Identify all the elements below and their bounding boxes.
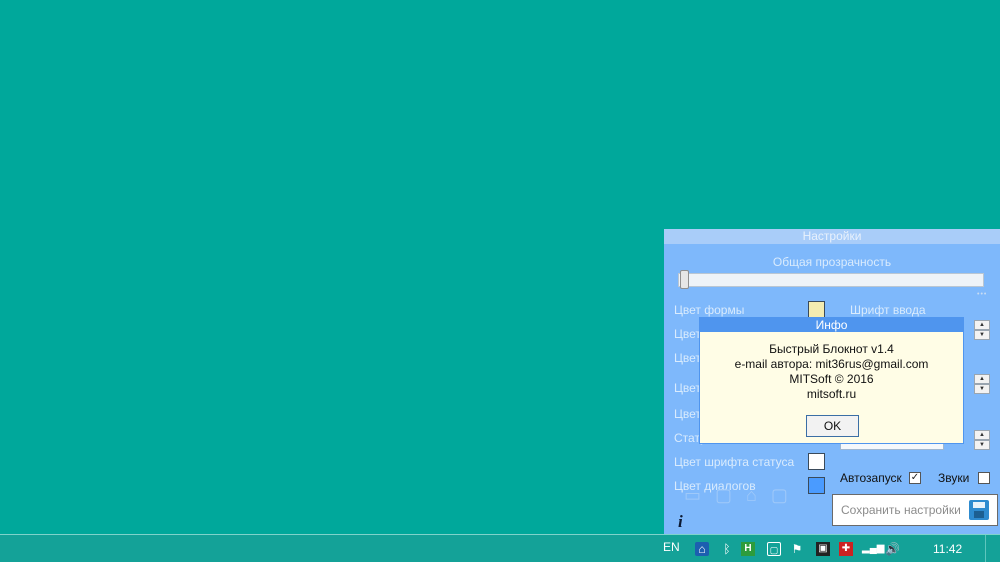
- author-email-text: e-mail автора: mit36rus@gmail.com: [734, 357, 929, 371]
- opacity-slider[interactable]: [678, 273, 984, 287]
- info-icon[interactable]: i: [678, 512, 683, 532]
- status-font-color-label: Цвет шрифта статуса: [674, 455, 795, 469]
- font-size-spinner-1[interactable]: ▲ ▼: [974, 320, 990, 340]
- website-text: mitsoft.ru: [806, 387, 857, 401]
- input-font-label: Шрифт ввода: [850, 303, 926, 317]
- volume-icon[interactable]: 🔊: [885, 542, 900, 556]
- autostart-checkbox[interactable]: ✓: [909, 472, 921, 484]
- font-size-spinner-3[interactable]: ▲ ▼: [974, 430, 990, 450]
- app-tray-icon[interactable]: H: [741, 542, 755, 556]
- ok-button[interactable]: OK: [806, 415, 859, 437]
- color-row-4-label: Цвет: [674, 381, 701, 395]
- slider-ticks: •••: [977, 291, 988, 298]
- language-indicator[interactable]: EN: [663, 540, 680, 554]
- antivirus-icon[interactable]: ✚: [839, 542, 853, 556]
- opacity-label: Общая прозрачность: [772, 255, 892, 269]
- floppy-disk-icon: [968, 500, 989, 520]
- save-settings-button[interactable]: Сохранить настройки: [832, 494, 998, 526]
- save-settings-label: Сохранить настройки: [841, 503, 961, 517]
- faded-toolbar-icons: ▭▢⌂▢: [684, 485, 802, 505]
- signal-strength-icon[interactable]: ▂▄▆: [862, 542, 884, 556]
- color-row-3-label: Цвет: [674, 351, 701, 365]
- font-size-spinner-2[interactable]: ▲ ▼: [974, 374, 990, 394]
- dialog-color-swatch[interactable]: [808, 477, 825, 494]
- flag-icon[interactable]: ⚑: [790, 542, 804, 556]
- color-row-5-label: Цвет: [674, 407, 701, 421]
- clock[interactable]: 11:42: [933, 542, 962, 556]
- window-tray-icon[interactable]: ▢: [767, 542, 781, 556]
- network-app-icon[interactable]: ⌂: [695, 542, 709, 556]
- form-color-swatch[interactable]: [808, 301, 825, 318]
- form-color-label: Цвет формы: [674, 303, 745, 317]
- taskbar: EN ⌂ ᛒ H ▢ ⚑ ▣ ✚ ▂▄▆ 🔊 11:42: [0, 534, 1000, 562]
- opacity-slider-thumb[interactable]: [680, 270, 689, 289]
- color-row-2-label: Цвет: [674, 327, 701, 341]
- app-version-text: Быстрый Блокнот v1.4: [769, 342, 894, 356]
- status-font-color-swatch[interactable]: [808, 453, 825, 470]
- bluetooth-icon[interactable]: ᛒ: [720, 542, 734, 556]
- copyright-text: MITSoft © 2016: [789, 372, 874, 386]
- sounds-label: Звуки: [938, 471, 970, 485]
- sounds-checkbox[interactable]: [978, 472, 990, 484]
- dialog-title: Инфо: [700, 318, 963, 332]
- monitor-app-icon[interactable]: ▣: [816, 542, 830, 556]
- autostart-label: Автозапуск: [840, 471, 902, 485]
- info-dialog: Инфо Быстрый Блокнот v1.4 e-mail автора:…: [699, 317, 964, 444]
- settings-title: Настройки: [664, 229, 1000, 244]
- show-desktop-button[interactable]: [985, 535, 1000, 562]
